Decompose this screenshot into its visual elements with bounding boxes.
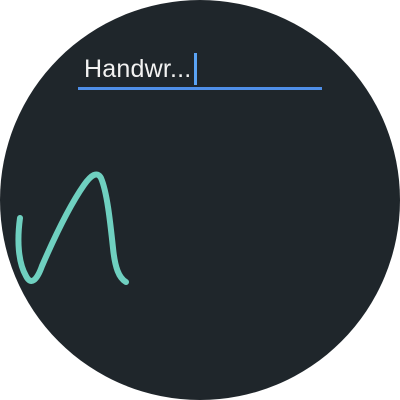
handwriting-stroke <box>15 171 129 285</box>
handwriting-canvas[interactable] <box>0 0 400 400</box>
watch-screen: Handwr... <box>0 0 400 400</box>
